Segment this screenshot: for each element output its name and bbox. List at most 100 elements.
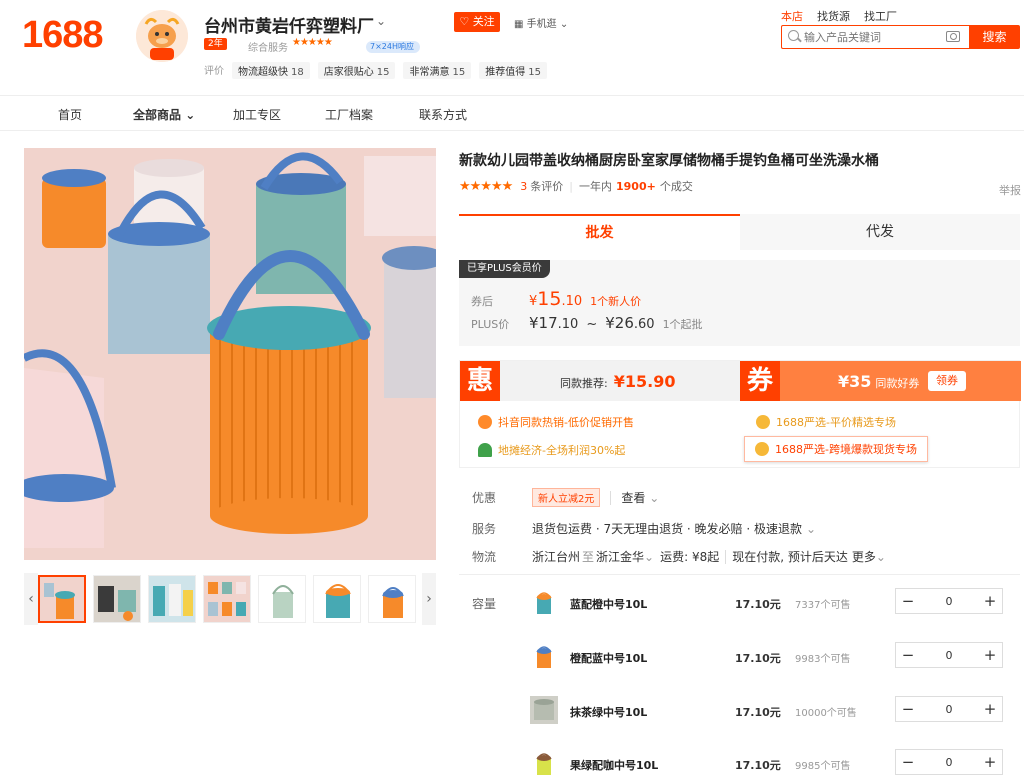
discount-label: 优惠 — [472, 491, 497, 505]
tree-icon — [478, 443, 492, 457]
quantity-input[interactable] — [920, 643, 978, 667]
service-text[interactable]: 退货包运费 · 7天无理由退货 · 晚发必赔 · 极速退款 — [532, 520, 802, 537]
thumbnail[interactable] — [258, 575, 306, 623]
eval-label: 评价 — [204, 66, 224, 77]
divider — [459, 574, 1020, 575]
quantity-input[interactable] — [920, 589, 978, 613]
discount-row: 优惠 新人立减2元 查看 ⌄ — [472, 488, 659, 507]
coupon-price-note: 1个新人价 — [590, 295, 642, 308]
view-discounts[interactable]: 查看 ⌄ — [621, 489, 659, 506]
thumbnail[interactable] — [38, 575, 86, 623]
sku-price: 17.10元 — [735, 652, 781, 665]
quantity-input[interactable] — [920, 750, 978, 774]
coupon-label: 同款好券 — [875, 377, 920, 390]
promo-link[interactable]: 1688严选-跨境爆款现货专场 — [744, 436, 928, 462]
increment-button[interactable]: + — [978, 697, 1002, 721]
review-count[interactable]: 3 — [520, 180, 527, 193]
search-scope-tabs: 本店 找货源 找工厂 — [781, 8, 897, 24]
thumbnail[interactable] — [148, 575, 196, 623]
search-icon — [788, 30, 799, 41]
logistics-destination[interactable]: 浙江金华⌄ — [596, 548, 654, 565]
coupon-text: ¥35 同款好券 — [838, 372, 919, 391]
service-label: 综合服务 — [248, 43, 288, 54]
quantity-input[interactable] — [920, 697, 978, 721]
mobile-link[interactable]: ▦ 手机逛 ⌄ — [514, 15, 568, 30]
camera-icon[interactable] — [946, 31, 960, 42]
site-logo[interactable]: 1688 — [22, 14, 104, 57]
chevron-right-icon[interactable]: › — [422, 573, 436, 625]
sku-row: 果绿配咖中号10L 17.10元 9985个可售 − + — [530, 749, 1020, 783]
logistics-destination-label: 浙江金华 — [596, 550, 645, 564]
decrement-button[interactable]: − — [896, 697, 920, 721]
search-input[interactable] — [804, 26, 954, 48]
promo-link[interactable]: 地摊经济-全场利润30%起 — [478, 442, 625, 458]
promo-link[interactable]: 抖音同款热销-低价促销开售 — [478, 414, 634, 430]
tab-dropship[interactable]: 代发 — [740, 214, 1020, 250]
nav-home[interactable]: 首页 — [58, 106, 82, 123]
evaluation-row: 评价 物流超级快 18 店家很贴心 15 非常满意 15 推荐值得 15 — [204, 62, 547, 79]
nav-all-products[interactable]: 全部商品 ⌄ — [133, 106, 195, 123]
sku-price: 17.10元 — [735, 598, 781, 611]
quantity-stepper: − + — [895, 696, 1003, 722]
chevron-down-icon[interactable]: ⌄ — [806, 522, 816, 536]
chevron-down-icon: ⌄ — [644, 550, 655, 564]
sku-stock: 9983个可售 — [795, 654, 851, 665]
decrement-button[interactable]: − — [896, 643, 920, 667]
nav-factory-profile[interactable]: 工厂档案 — [325, 106, 373, 123]
qrcode-icon: ▦ — [514, 19, 524, 30]
follow-button[interactable]: ♡ 关注 — [454, 12, 500, 32]
promo-link[interactable]: 1688严选-平价精选专场 — [756, 414, 896, 430]
thumbnail[interactable] — [368, 575, 416, 623]
decrement-button[interactable]: − — [896, 750, 920, 774]
promo-link-label: 地摊经济-全场利润30%起 — [498, 444, 626, 457]
site-header: 1688 台州市黄岩仟弈塑料厂 ⌄ ♡ 关注 ▦ 手机逛 ⌄ 2年 综合服务 ★… — [0, 0, 1024, 96]
thumbnail-strip: ‹ › — [24, 573, 436, 625]
tab-wholesale[interactable]: 批发 — [459, 214, 740, 250]
thumbnail[interactable] — [313, 575, 361, 623]
follow-label: 关注 — [472, 15, 495, 28]
increment-button[interactable]: + — [978, 589, 1002, 613]
review-label[interactable]: 条评价 — [530, 178, 563, 194]
decrement-button[interactable]: − — [896, 589, 920, 613]
recommend-box[interactable]: 惠 同款推荐: ¥15.90 — [460, 361, 740, 401]
shop-avatar[interactable] — [136, 10, 188, 62]
product-title: 新款幼儿园带盖收纳桶厨房卧室家厚储物桶手提钓鱼桶可坐洗澡水桶 — [459, 153, 879, 169]
increment-button[interactable]: + — [978, 750, 1002, 774]
logistics-more[interactable]: 更多⌄ — [852, 548, 886, 565]
scope-tab-find-goods[interactable]: 找货源 — [817, 8, 850, 24]
coupon-icon: 券 — [740, 361, 780, 401]
shop-name[interactable]: 台州市黄岩仟弈塑料厂 — [204, 12, 374, 37]
nav-processing[interactable]: 加工专区 — [233, 106, 281, 123]
sku-stock: 9985个可售 — [795, 761, 851, 772]
chevron-down-icon[interactable]: ⌄ — [376, 14, 386, 28]
chevron-left-icon[interactable]: ‹ — [24, 573, 38, 625]
nav-all-products-label: 全部商品 — [133, 108, 182, 122]
search-button[interactable]: 搜索 — [969, 25, 1020, 49]
coupon-amount: ¥35 — [838, 372, 872, 391]
scope-tab-find-factory[interactable]: 找工厂 — [864, 8, 897, 24]
recommend-label: 同款推荐: — [560, 377, 608, 390]
nav-contact[interactable]: 联系方式 — [419, 106, 467, 123]
sku-image[interactable] — [530, 642, 558, 670]
increment-button[interactable]: + — [978, 643, 1002, 667]
claim-coupon-button[interactable]: 领券 — [928, 371, 966, 391]
plus-price-label: PLUS价 — [471, 318, 510, 331]
sku-stock: 7337个可售 — [795, 600, 851, 611]
sku-image[interactable] — [530, 588, 558, 616]
thumbnail[interactable] — [93, 575, 141, 623]
plus-price-low-decimal: .10 — [557, 317, 579, 332]
recommend-price: ¥15.90 — [613, 372, 676, 391]
coupon-price-row: 券后 ¥ 15 .10 1个新人价 — [471, 288, 641, 310]
scope-tab-this-shop[interactable]: 本店 — [781, 8, 803, 24]
quantity-stepper: − + — [895, 749, 1003, 775]
sku-name: 果绿配咖中号10L — [570, 759, 659, 772]
report-link[interactable]: 举报 — [999, 182, 1021, 198]
hui-icon: 惠 — [460, 361, 500, 401]
thumbnail[interactable] — [203, 575, 251, 623]
sku-image[interactable] — [530, 696, 558, 724]
main-product-image[interactable] — [24, 148, 436, 560]
sku-image[interactable] — [530, 749, 558, 777]
chevron-down-icon: ⌄ — [185, 108, 196, 122]
new-user-coupon-tag: 新人立减2元 — [532, 488, 601, 507]
price-panel: 已享PLUS会员价 券后 ¥ 15 .10 1个新人价 PLUS价 ¥17 .1… — [459, 260, 1020, 346]
